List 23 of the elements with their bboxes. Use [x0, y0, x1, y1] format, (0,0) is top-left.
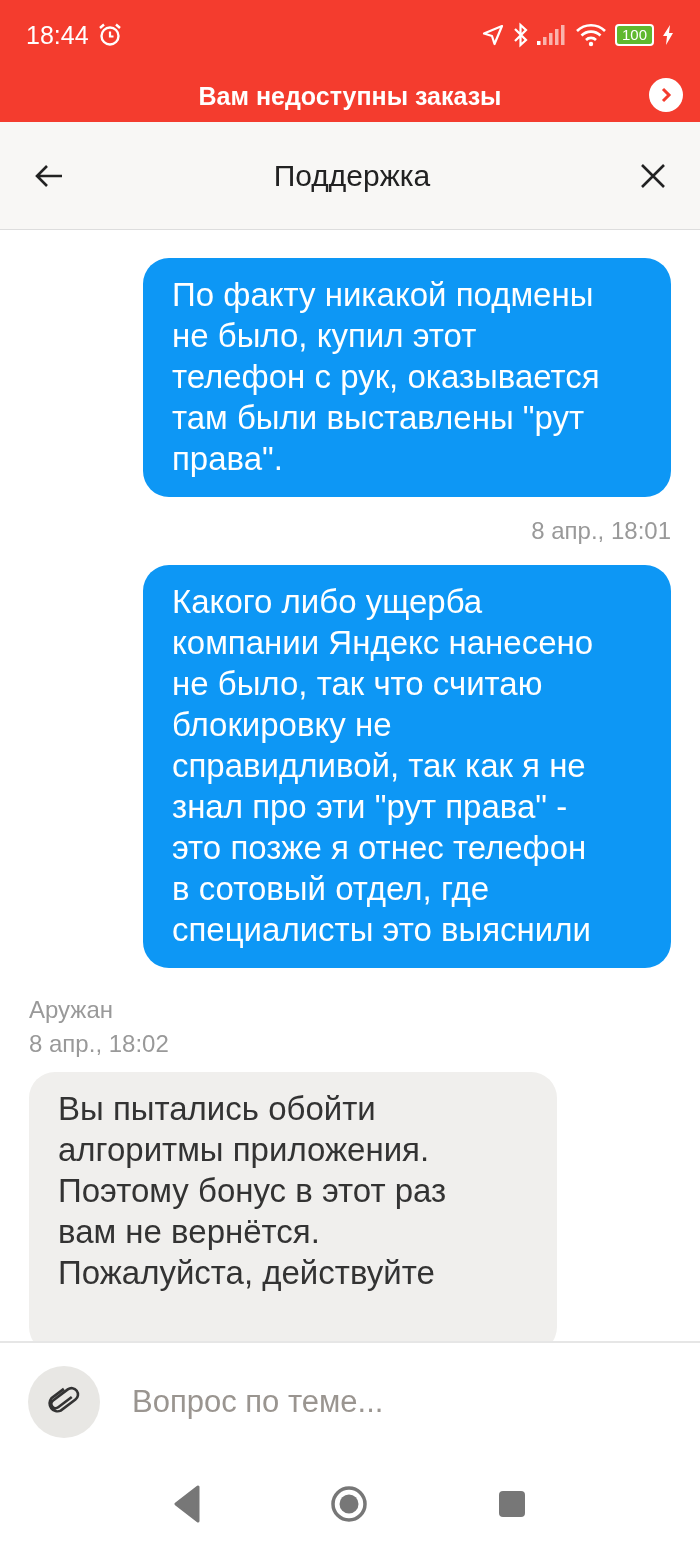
outgoing-message: По факту никакой подмены не было, купил этот телефон с рук, оказывается там были выставлены "рут права". — [143, 258, 671, 497]
banner-text: Вам недоступны заказы — [198, 81, 502, 111]
battery-level: 100 — [614, 24, 654, 46]
home-nav-icon[interactable] — [330, 1484, 368, 1523]
signal-icon — [536, 24, 567, 46]
location-icon — [480, 23, 505, 47]
screen-title: Поддержка — [273, 158, 431, 193]
wifi-icon — [574, 23, 607, 47]
chevron-button[interactable] — [649, 78, 683, 112]
status-time: 18:44 — [26, 20, 89, 50]
bluetooth-icon — [512, 22, 529, 48]
chevron-right-icon — [659, 87, 673, 103]
message-timestamp: 8 апр., 18:02 — [29, 1030, 170, 1058]
charging-icon — [662, 25, 674, 45]
recents-nav-icon[interactable] — [498, 1489, 526, 1518]
back-nav-icon[interactable] — [174, 1484, 200, 1523]
sender-name: Аружан — [29, 996, 114, 1024]
message-input[interactable]: Вопрос по теме... — [130, 1383, 672, 1421]
message-timestamp: 8 апр., 18:01 — [531, 517, 671, 545]
incoming-message: Вы пытались обойти алгоритмы приложения. Поэтому бонус в этот раз вам не вернётся. Пожалуйста, действуйте — [29, 1072, 557, 1341]
outgoing-message: Какого либо ущерба компании Яндекс нанесено не было, так что считаю блокировку не справидливой, так как я не знал про эти "рут права" - это позже я отнес телефон в сотовый отдел, где специалисты это выяснили — [143, 565, 671, 968]
close-icon[interactable] — [640, 162, 666, 189]
back-arrow-icon[interactable] — [34, 163, 64, 188]
